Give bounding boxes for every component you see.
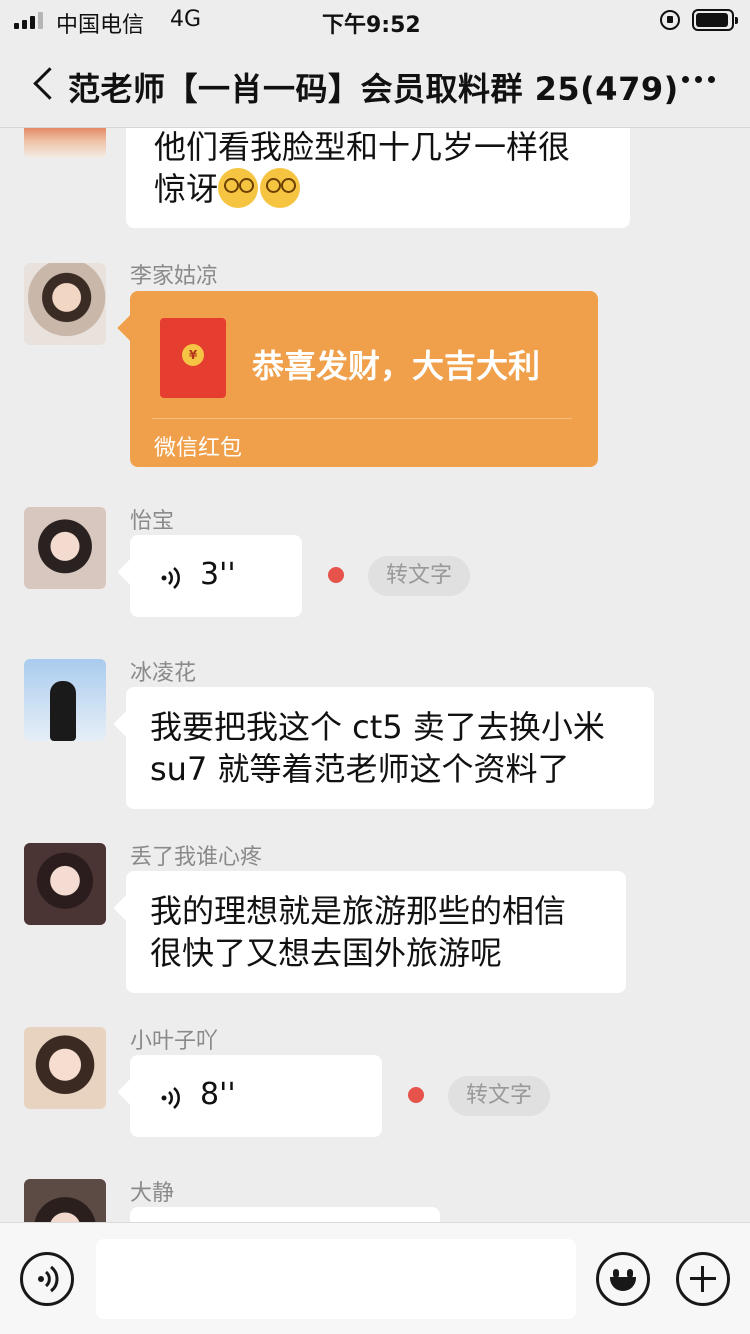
message-text: 我的理想就是旅游那些的相信 很快了又想去国外旅游呢	[150, 892, 567, 972]
avatar[interactable]	[24, 507, 106, 589]
voice-input-icon[interactable]	[20, 1252, 74, 1306]
message-input[interactable]	[96, 1239, 576, 1319]
sender-name: 冰凌花	[130, 661, 197, 686]
message-text: 他们看我脸型和十几岁一样很 惊讶	[154, 128, 571, 208]
ellipsis-icon[interactable]	[682, 76, 715, 83]
voice-message[interactable]: 3''	[117, 535, 302, 617]
sender-name: 丢了我谁心疼	[130, 845, 263, 870]
avatar[interactable]	[24, 1027, 106, 1109]
sender-name: 大静	[130, 1181, 175, 1206]
message-text: 我要把我这个 ct5 卖了去换小米 su7 就等着范老师这个资料了	[150, 708, 605, 788]
input-bar	[0, 1222, 750, 1334]
avatar[interactable]	[24, 843, 106, 925]
voice-wave-icon	[161, 1087, 180, 1109]
red-packet-message[interactable]: ¥ 恭喜发财，大吉大利 微信红包	[117, 291, 598, 467]
voice-duration: 8''	[200, 1077, 236, 1112]
chevron-left-icon[interactable]	[28, 64, 68, 104]
red-envelope-icon: ¥	[160, 318, 226, 398]
voice-message[interactable]: 8''	[117, 1055, 382, 1137]
unread-dot	[328, 567, 344, 583]
smiley-icon[interactable]	[596, 1252, 650, 1306]
chat-title[interactable]: 范老师【一肖一码】会员取料群 25(479)	[68, 64, 679, 110]
divider	[152, 418, 572, 419]
voice-wave-icon	[161, 567, 180, 589]
sender-name: 怡宝	[130, 509, 175, 534]
dizzy-face-emoji-icon	[260, 168, 301, 208]
sender-name: 李家姑凉	[130, 264, 219, 289]
message-bubble[interactable]	[130, 1207, 440, 1222]
plus-icon[interactable]	[676, 1252, 730, 1306]
unread-dot	[408, 1087, 424, 1103]
transcribe-button[interactable]: 转文字	[368, 556, 471, 596]
message-bubble[interactable]: 我的理想就是旅游那些的相信 很快了又想去国外旅游呢	[113, 871, 626, 993]
message-list[interactable]: 他们看我脸型和十几岁一样很 惊讶 李家姑凉 ¥ 恭喜发财，大吉大利 微信红包 怡…	[0, 0, 750, 1222]
transcribe-button[interactable]: 转文字	[448, 1076, 551, 1116]
dizzy-face-emoji-icon	[218, 168, 259, 208]
avatar[interactable]	[24, 659, 106, 741]
red-packet-title: 恭喜发财，大吉大利	[252, 347, 541, 385]
voice-duration: 3''	[200, 557, 236, 592]
red-packet-source: 微信红包	[154, 436, 243, 461]
sender-name: 小叶子吖	[130, 1029, 219, 1054]
message-bubble[interactable]: 我要把我这个 ct5 卖了去换小米 su7 就等着范老师这个资料了	[113, 687, 654, 809]
chat-header: 范老师【一肖一码】会员取料群 25(479)	[0, 40, 750, 128]
avatar[interactable]	[24, 1179, 106, 1222]
avatar[interactable]	[24, 263, 106, 345]
